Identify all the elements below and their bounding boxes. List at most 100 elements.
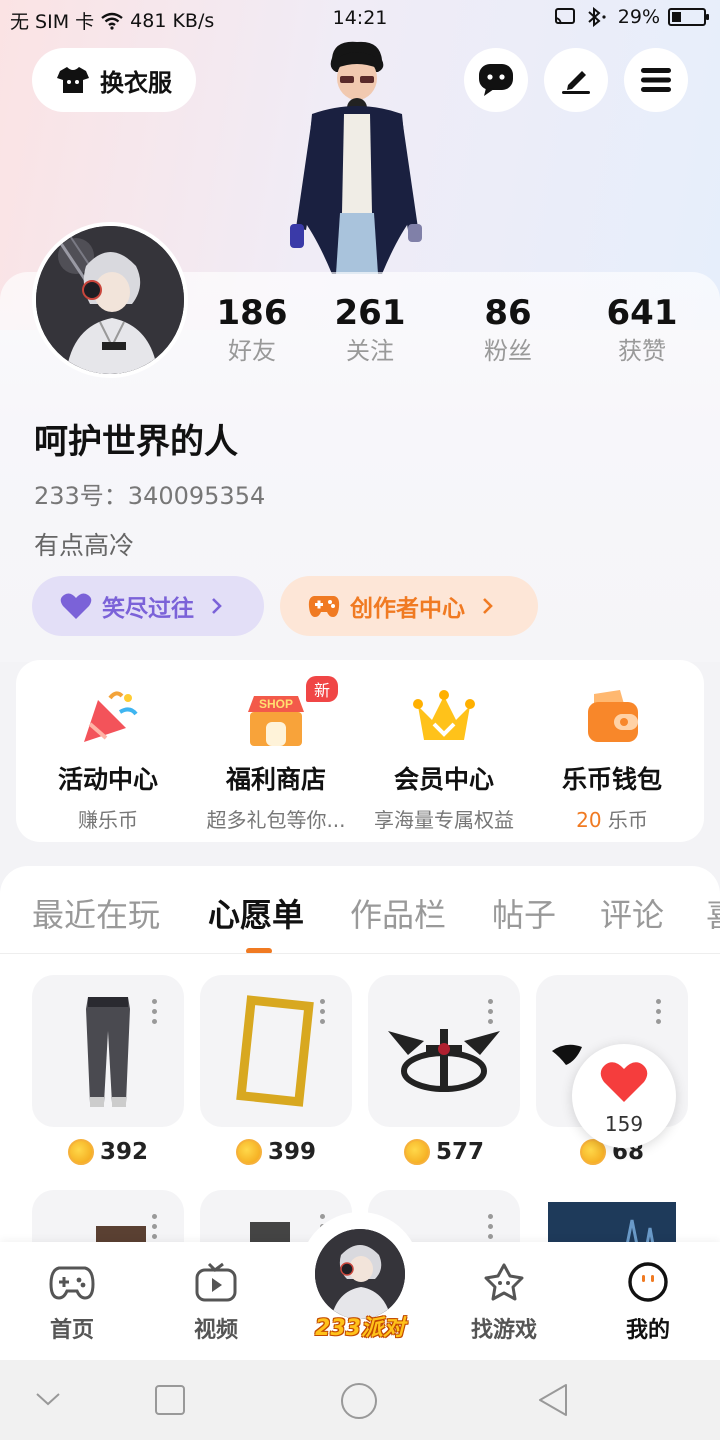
item-preview-icon xyxy=(96,1226,146,1246)
change-outfit-button[interactable]: 换衣服 xyxy=(32,48,196,112)
dark-wings-icon xyxy=(388,1029,500,1092)
profile-avatar[interactable] xyxy=(32,222,188,378)
nav-mine[interactable]: 我的 xyxy=(598,1262,698,1344)
user-bio: 有点高冷 xyxy=(34,531,135,560)
system-nav-bar xyxy=(0,1360,720,1440)
new-badge: 新 xyxy=(305,676,338,702)
party-popper-icon xyxy=(84,691,138,742)
feature-vip-center[interactable]: 会员中心 享海量专属权益 xyxy=(358,688,530,833)
item-thumbnail xyxy=(32,975,184,1127)
tab-wishlist[interactable]: 心愿单 xyxy=(208,890,304,936)
more-options-icon[interactable] xyxy=(488,1214,494,1244)
item-thumbnail xyxy=(368,975,520,1127)
creator-center-label: 创作者中心 xyxy=(350,596,465,622)
tab-posts[interactable]: 帖子 xyxy=(492,890,556,936)
more-options-icon[interactable] xyxy=(656,999,662,1029)
tab-bar: 最近在玩 心愿单 作品栏 帖子 评论 喜 xyxy=(0,866,720,954)
stat-friends[interactable]: 186 好友 xyxy=(192,292,312,368)
feature-activity-center[interactable]: 活动中心 赚乐币 xyxy=(22,688,194,833)
feature-grid: 活动中心 赚乐币 SHOP 新 福利商店 超多礼包等你... 会员中心 享海量专… xyxy=(16,660,704,842)
chevron-right-icon xyxy=(212,598,222,614)
feature-subtitle: 赚乐币 xyxy=(78,808,138,832)
coin-unit: 乐币 xyxy=(601,808,648,832)
feature-subtitle: 超多礼包等你... xyxy=(206,808,346,832)
stat-value: 641 xyxy=(606,293,678,333)
home-circle-icon[interactable] xyxy=(340,1382,378,1420)
like-count: 159 xyxy=(604,1112,644,1136)
gold-frame-icon xyxy=(236,995,314,1107)
tab-recently-played[interactable]: 最近在玩 xyxy=(32,890,160,936)
heart-icon xyxy=(600,1062,648,1102)
feature-coin-wallet[interactable]: 乐币钱包 20 乐币 xyxy=(526,688,698,833)
battery-icon xyxy=(668,8,709,26)
bluetooth-icon xyxy=(588,7,606,27)
nav-label: 我的 xyxy=(625,1318,670,1343)
feature-title: 乐币钱包 xyxy=(561,765,662,794)
friend-tag-button[interactable]: 笑尽过往 xyxy=(32,576,264,636)
wishlist-item[interactable]: 392 xyxy=(32,975,184,1165)
recent-apps-icon[interactable] xyxy=(154,1384,186,1416)
cast-icon xyxy=(554,8,575,25)
stat-followers[interactable]: 86 粉丝 xyxy=(448,292,568,368)
item-price: 577 xyxy=(368,1139,520,1165)
menu-button[interactable] xyxy=(624,48,688,112)
more-options-icon[interactable] xyxy=(320,999,326,1029)
price-value: 577 xyxy=(435,1139,484,1165)
coin-icon xyxy=(67,1139,94,1165)
party-label[interactable]: 233派对 xyxy=(308,1310,412,1342)
star-icon xyxy=(484,1263,524,1301)
tv-icon xyxy=(195,1262,237,1302)
more-options-icon[interactable] xyxy=(488,999,494,1029)
stat-label: 获赞 xyxy=(618,337,666,365)
avatar-image xyxy=(36,226,184,374)
wishlist-item[interactable]: 577 xyxy=(368,975,520,1165)
pants-icon xyxy=(86,997,130,1107)
stat-following[interactable]: 261 关注 xyxy=(310,292,430,368)
smiley-icon xyxy=(628,1262,668,1302)
tab-comments[interactable]: 评论 xyxy=(600,890,664,936)
tab-works[interactable]: 作品栏 xyxy=(350,890,446,936)
battery-percent: 29% xyxy=(617,6,660,28)
gamepad-icon xyxy=(49,1266,95,1300)
castle-scene-icon xyxy=(548,1202,676,1251)
stat-label: 关注 xyxy=(346,337,394,365)
change-outfit-label: 换衣服 xyxy=(100,68,172,97)
chevron-right-icon xyxy=(483,598,493,614)
avatar-character-figure[interactable] xyxy=(282,38,432,274)
nav-label: 找游戏 xyxy=(470,1318,537,1343)
coin-balance: 20 xyxy=(576,808,602,832)
edit-profile-button[interactable] xyxy=(544,48,608,112)
more-options-icon[interactable] xyxy=(152,999,158,1029)
creator-center-button[interactable]: 创作者中心 xyxy=(280,576,538,636)
user-id[interactable]: 233号：340095354 xyxy=(34,476,265,511)
chat-bubble-icon xyxy=(479,64,513,96)
stat-likes[interactable]: 641 获赞 xyxy=(582,292,702,368)
nav-home[interactable]: 首页 xyxy=(22,1262,122,1344)
stat-value: 86 xyxy=(484,293,532,333)
feature-title: 会员中心 xyxy=(393,765,494,794)
username: 呵护世界的人 xyxy=(34,422,238,462)
wallet-icon xyxy=(588,690,638,742)
back-triangle-icon[interactable] xyxy=(536,1382,570,1418)
pen-icon xyxy=(562,71,590,94)
menu-icon xyxy=(641,68,671,92)
item-price: 399 xyxy=(200,1139,352,1165)
price-value: 392 xyxy=(99,1139,148,1165)
more-options-icon[interactable] xyxy=(152,1214,158,1244)
feature-welfare-shop[interactable]: SHOP 新 福利商店 超多礼包等你... xyxy=(190,676,362,833)
profile-stats: 186 好友 261 关注 86 粉丝 641 获赞 xyxy=(190,292,720,382)
nav-video[interactable]: 视频 xyxy=(166,1262,266,1344)
nav-party-avatar[interactable] xyxy=(312,1226,408,1322)
gamepad-icon xyxy=(308,596,340,617)
chevron-down-icon[interactable] xyxy=(34,1390,62,1408)
shop-sign-text: SHOP xyxy=(259,697,293,711)
feature-subtitle: 享海量专属权益 xyxy=(374,808,514,832)
price-value: 399 xyxy=(267,1139,316,1165)
status-bar: 无 SIM 卡 481 KB/s 14:21 29% xyxy=(0,0,720,38)
chat-button[interactable] xyxy=(464,48,528,112)
tshirt-icon xyxy=(57,67,89,93)
nav-find-games[interactable]: 找游戏 xyxy=(454,1262,554,1344)
tab-likes[interactable]: 喜 xyxy=(706,890,720,936)
like-bubble[interactable]: 159 xyxy=(572,1044,676,1148)
wishlist-item[interactable]: 399 xyxy=(200,975,352,1165)
